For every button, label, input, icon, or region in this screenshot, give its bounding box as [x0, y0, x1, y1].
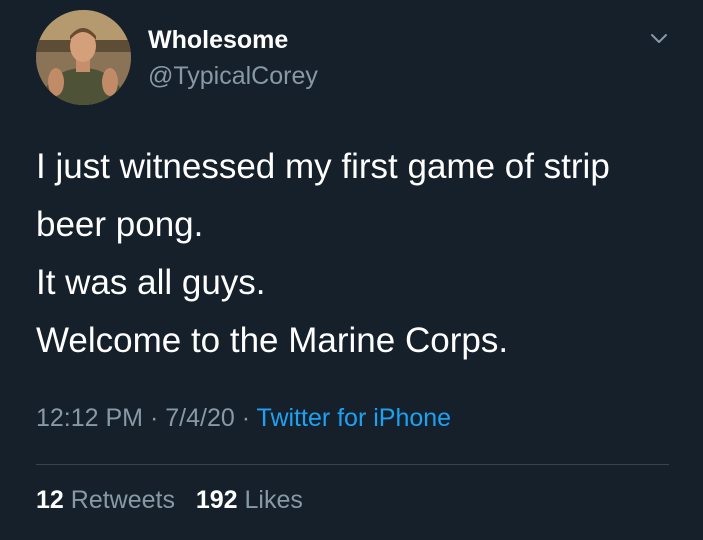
tweet-text: I just witnessed my first game of strip …: [36, 138, 686, 370]
tweet-line: It was all guys.: [36, 263, 266, 302]
meta-separator: ·: [241, 404, 251, 432]
tweet-card: Wholesome @TypicalCorey I just witnessed…: [0, 0, 703, 540]
retweets-stat[interactable]: 12 Retweets: [36, 486, 175, 514]
likes-count: 192: [195, 486, 238, 514]
chevron-down-icon[interactable]: [646, 28, 672, 50]
tweet-stats: 12 Retweets 192 Likes: [36, 486, 303, 515]
retweets-count: 12: [36, 486, 64, 514]
tweet-line: Welcome to the Marine Corps.: [36, 321, 509, 360]
meta-separator: ·: [149, 404, 159, 432]
tweet-meta: 12:12 PM · 7/4/20 · Twitter for iPhone: [36, 404, 451, 433]
divider: [36, 464, 669, 465]
user-handle[interactable]: @TypicalCorey: [148, 62, 318, 91]
tweet-line: beer pong.: [36, 205, 204, 244]
avatar-image: [36, 10, 131, 105]
likes-label: Likes: [244, 486, 303, 514]
tweet-source-link[interactable]: Twitter for iPhone: [257, 404, 452, 432]
avatar[interactable]: [36, 10, 131, 105]
tweet-date[interactable]: 7/4/20: [165, 404, 235, 432]
tweet-line: I just witnessed my first game of strip: [36, 147, 610, 186]
retweets-label: Retweets: [70, 486, 175, 514]
display-name[interactable]: Wholesome: [148, 26, 288, 55]
likes-stat[interactable]: 192 Likes: [196, 486, 303, 514]
tweet-time[interactable]: 12:12 PM: [36, 404, 143, 432]
